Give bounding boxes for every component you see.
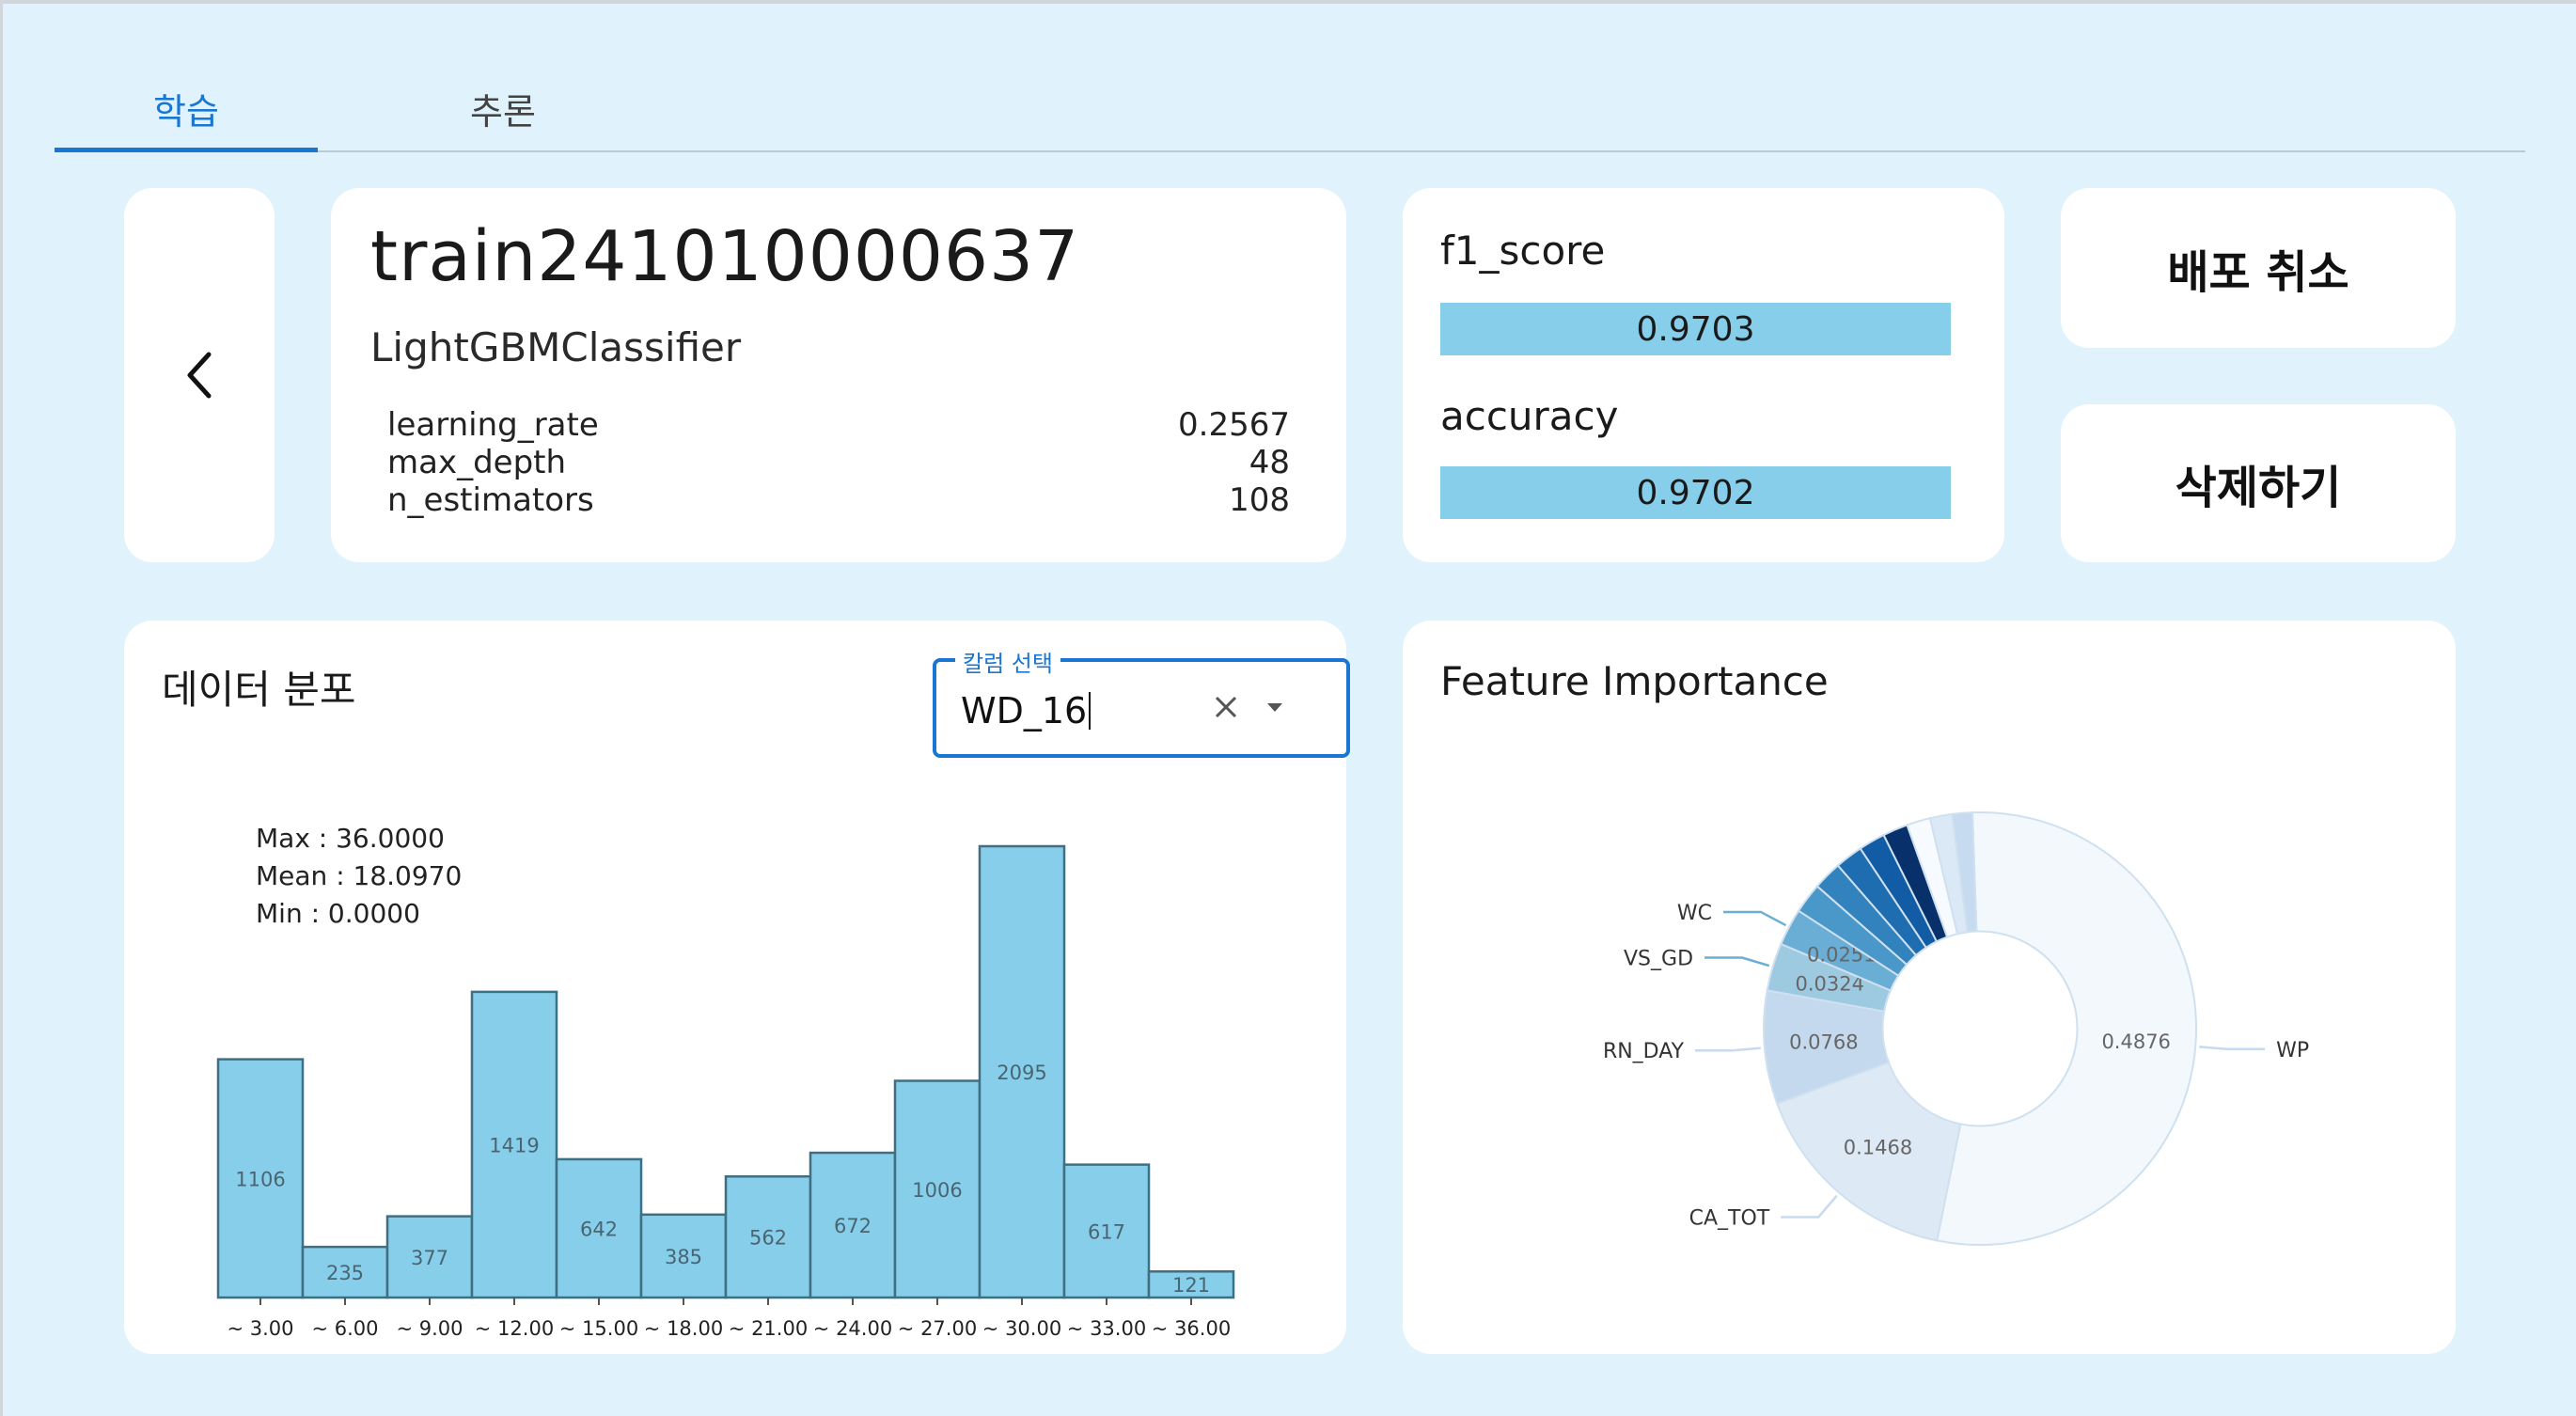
histogram-chart: 1106 ~ 3.00 235 ~ 6.00 377 ~ 9.00 1419 ~ 12.00 6… xyxy=(216,844,1235,1340)
param-name: learning_rate xyxy=(387,406,599,444)
distribution-card: 데이터 분포 칼럼 선택 WD_16 Max : 36.0000 Mean : … xyxy=(124,621,1350,1354)
leader-line xyxy=(2199,1046,2266,1051)
bar-value-label: 121 xyxy=(1172,1274,1210,1297)
leader-line xyxy=(1695,1046,1762,1052)
slice-value-label: 0.1468 xyxy=(1844,1137,1912,1159)
leader-line xyxy=(1781,1194,1838,1219)
slice-value-label: 0.0768 xyxy=(1789,1031,1858,1054)
param-row: max_depth 48 xyxy=(387,444,1290,481)
x-tick-label: ~ 3.00 xyxy=(227,1317,293,1340)
param-list: learning_rate 0.2567 max_depth 48 n_esti… xyxy=(387,406,1290,519)
x-tick-label: ~ 30.00 xyxy=(982,1317,1061,1340)
feature-importance-card: Feature Importance 0.4876 WP 0.1468 CA_TOT 0… xyxy=(1403,621,2456,1354)
param-value: 48 xyxy=(1249,444,1290,481)
slice-label: WC xyxy=(1677,902,1712,925)
bar-value-label: 1006 xyxy=(912,1179,962,1202)
window-left-border xyxy=(0,0,3,1416)
x-tick-label: ~ 18.00 xyxy=(644,1317,723,1340)
metric-bar-accuracy: 0.9702 xyxy=(1440,466,1951,519)
bar-value-label: 377 xyxy=(411,1247,448,1269)
model-name: train241010000637 xyxy=(370,216,1080,297)
param-row: learning_rate 0.2567 xyxy=(387,406,1290,444)
tab-bar: 학습 추론 xyxy=(55,66,2525,152)
x-tick-label: ~ 27.00 xyxy=(898,1317,977,1340)
param-name: max_depth xyxy=(387,444,567,481)
model-info-card: train241010000637 LightGBMClassifier lea… xyxy=(331,188,1346,562)
bar-value-label: 2095 xyxy=(997,1062,1046,1084)
metrics-card: f1_score 0.9703 accuracy 0.9702 xyxy=(1403,188,2004,562)
metric-bar-f1: 0.9703 xyxy=(1440,303,1951,355)
tab-inference[interactable]: 추론 xyxy=(371,66,635,150)
tab-active-indicator xyxy=(55,148,318,152)
leader-line xyxy=(1704,956,1770,968)
leader-line xyxy=(1722,910,1787,927)
feature-importance-donut: 0.4876 WP0.1468CA_TOT0.0768RN_DAY0.0324VS… xyxy=(1603,811,2309,1246)
delete-button[interactable]: 삭제하기 xyxy=(2061,404,2456,562)
x-tick-label: ~ 33.00 xyxy=(1067,1317,1146,1340)
x-tick-label: ~ 21.00 xyxy=(729,1317,808,1340)
x-tick-label: ~ 24.00 xyxy=(813,1317,892,1340)
x-tick-label: ~ 6.00 xyxy=(311,1317,378,1340)
param-name: n_estimators xyxy=(387,481,594,519)
bar-value-label: 672 xyxy=(834,1215,872,1237)
cancel-deploy-button[interactable]: 배포 취소 xyxy=(2061,188,2456,348)
bar-value-label: 1106 xyxy=(235,1168,285,1190)
bar-value-label: 235 xyxy=(326,1262,364,1284)
slice-label: VS_GD xyxy=(1624,947,1693,970)
tab-train[interactable]: 학습 xyxy=(55,66,318,150)
window-top-border xyxy=(0,0,2576,4)
slice-label: WP xyxy=(2276,1039,2309,1062)
slice-label: CA_TOT xyxy=(1689,1206,1770,1230)
bar-value-label: 562 xyxy=(749,1227,787,1250)
bar-value-label: 1419 xyxy=(489,1134,539,1156)
bar-value-label: 617 xyxy=(1088,1220,1125,1243)
cancel-deploy-label: 배포 취소 xyxy=(2167,246,2349,299)
x-tick-label: ~ 9.00 xyxy=(396,1317,463,1340)
x-tick-label: ~ 12.00 xyxy=(475,1317,554,1340)
donut-slice xyxy=(1936,811,2197,1246)
delete-label: 삭제하기 xyxy=(2175,462,2342,514)
model-algorithm: LightGBMClassifier xyxy=(370,324,742,370)
param-value: 0.2567 xyxy=(1178,406,1290,444)
param-row: n_estimators 108 xyxy=(387,481,1290,519)
bar-value-label: 385 xyxy=(665,1246,702,1268)
metric-value-f1: 0.9703 xyxy=(1636,309,1755,349)
slice-label: RN_DAY xyxy=(1603,1040,1685,1063)
chevron-left-icon xyxy=(187,352,212,399)
metric-value-accuracy: 0.9702 xyxy=(1636,473,1755,512)
back-button[interactable] xyxy=(124,188,275,562)
metric-label-accuracy: accuracy xyxy=(1440,393,1619,439)
metric-label-f1: f1_score xyxy=(1440,228,1606,274)
param-value: 108 xyxy=(1229,481,1290,519)
x-tick-label: ~ 36.00 xyxy=(1152,1317,1231,1340)
bar-value-label: 642 xyxy=(580,1218,618,1240)
slice-value-label: 0.4876 xyxy=(2101,1031,2170,1053)
x-tick-label: ~ 15.00 xyxy=(559,1317,638,1340)
